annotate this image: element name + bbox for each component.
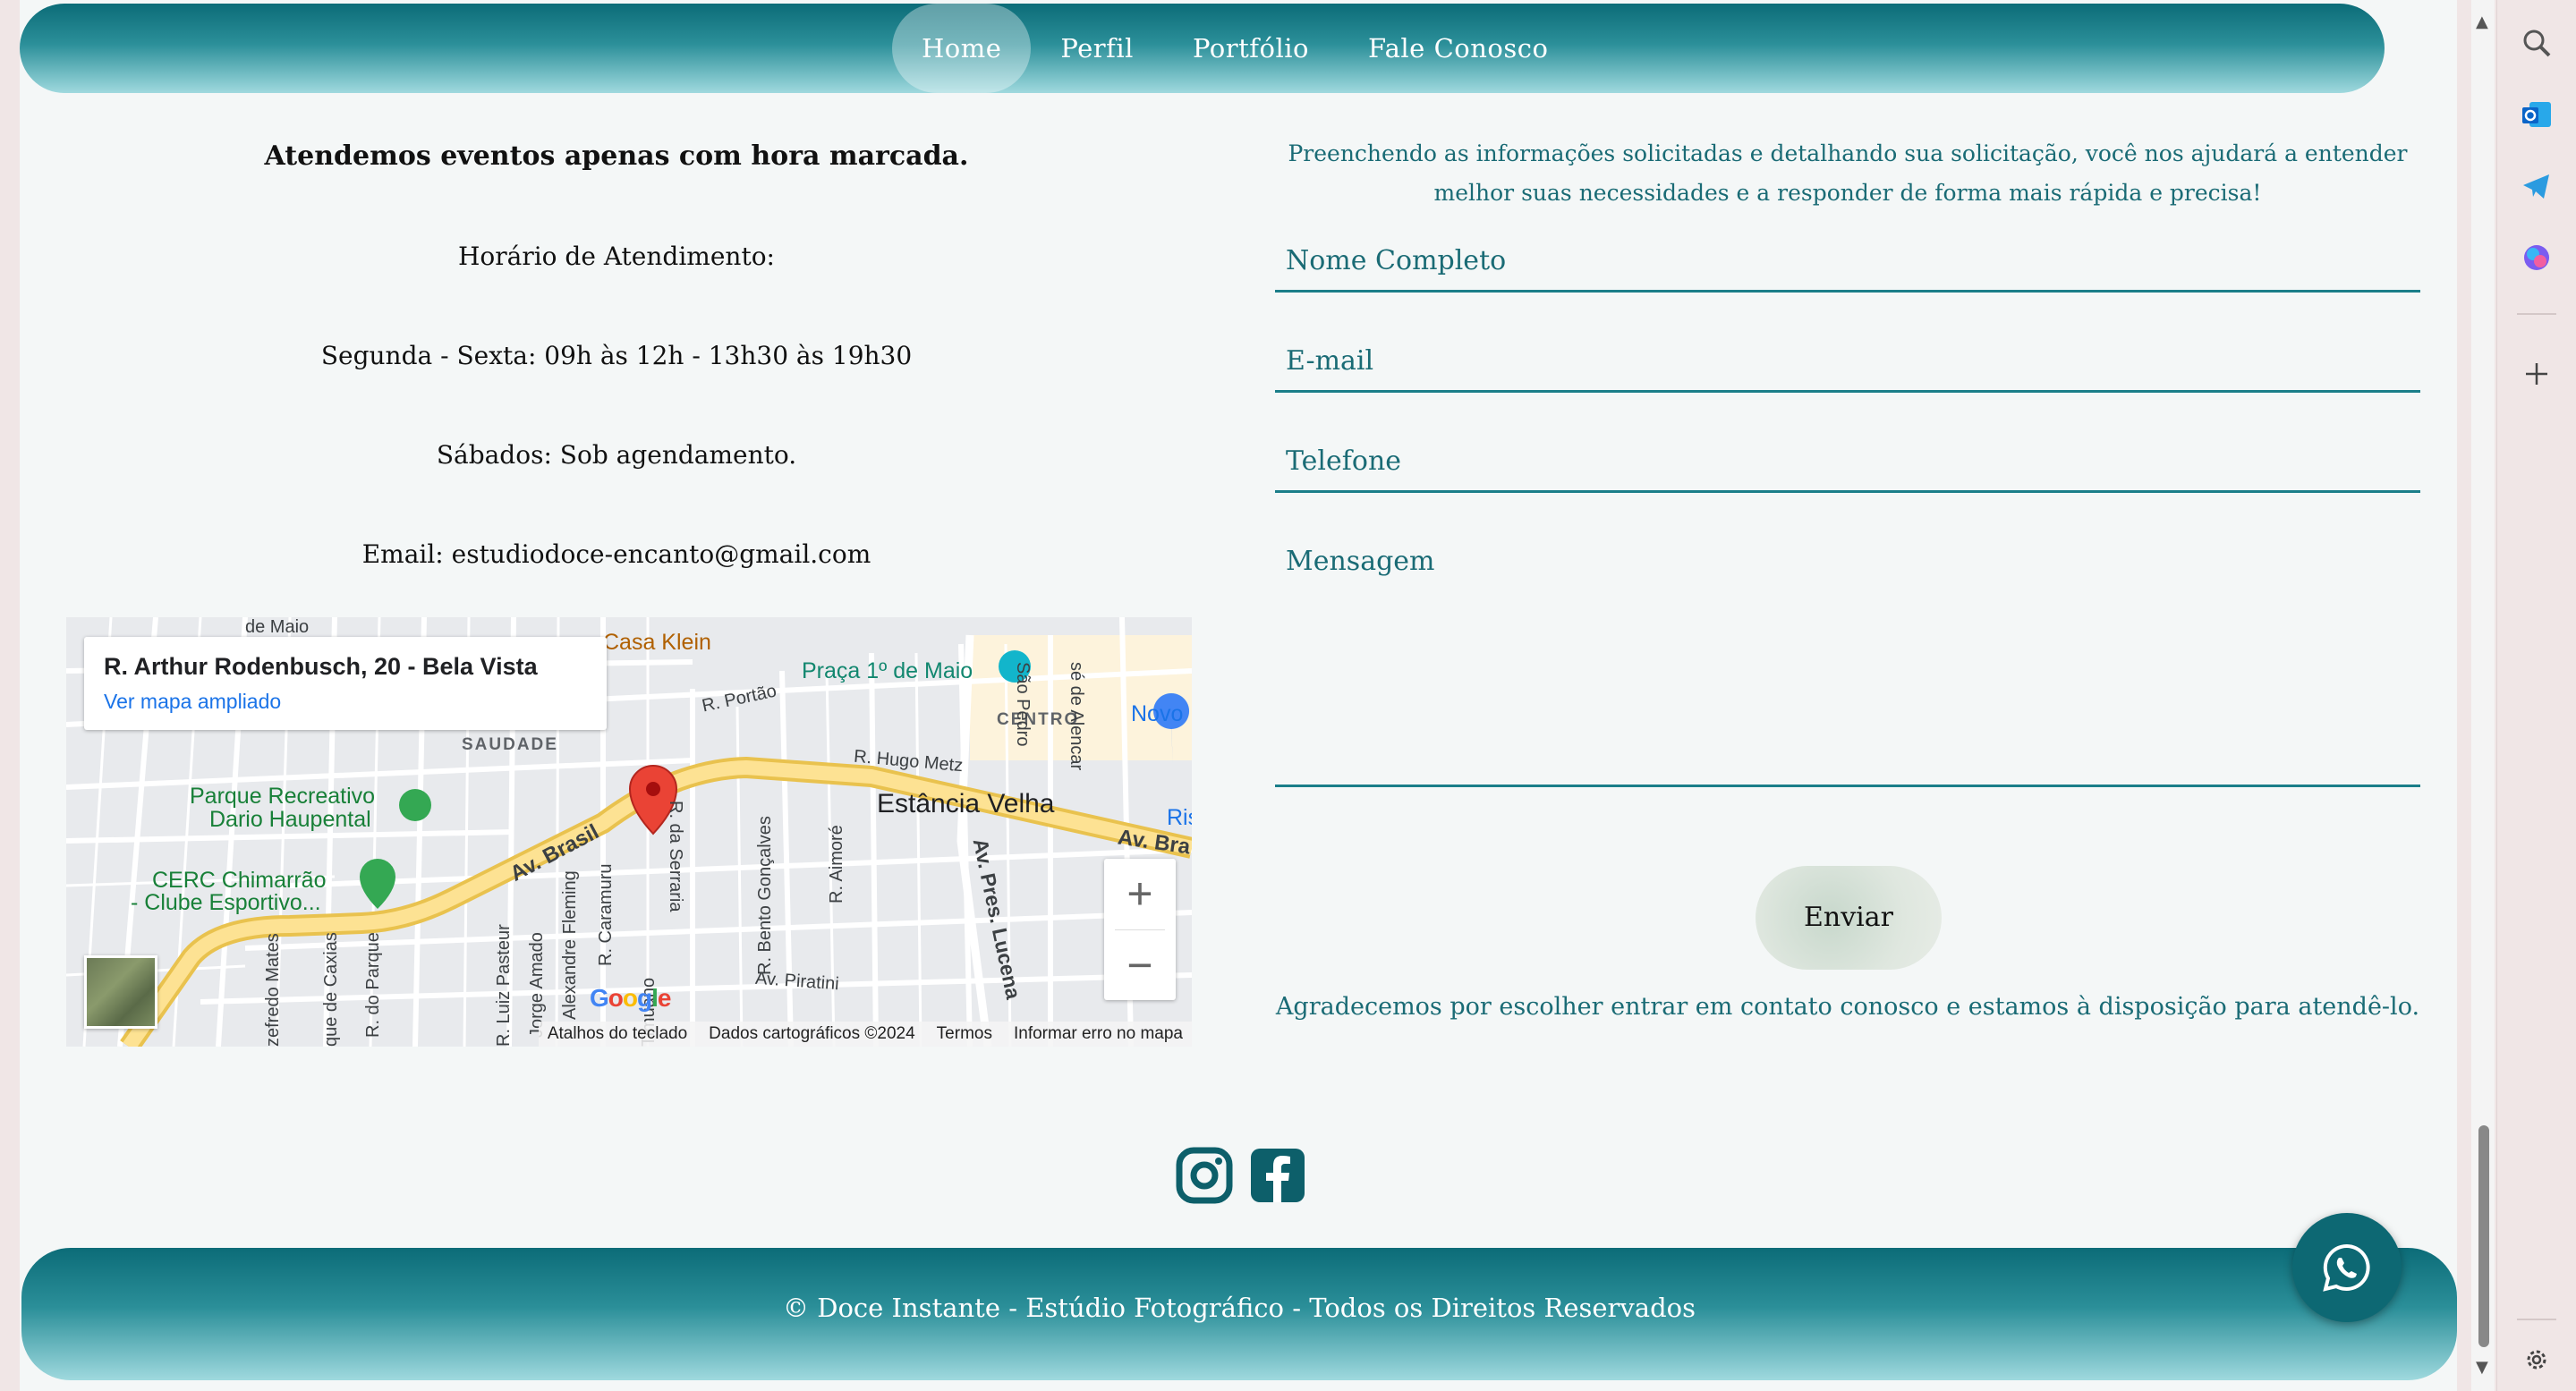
map-zoom-controls: + − xyxy=(1104,859,1176,1000)
map-label-r-caramuru: R. Caramuru xyxy=(596,863,616,966)
email-label: E-mail xyxy=(1286,345,1374,377)
copilot-icon[interactable] xyxy=(2517,238,2556,277)
embedded-map[interactable]: RINCÃO DA SAUDADE de Maio Casa Klein Pra… xyxy=(66,617,1192,1047)
map-terms-link[interactable]: Termos xyxy=(937,1024,992,1044)
map-label-r-aimore: R. Aimoré xyxy=(827,825,846,903)
map-footer: Atalhos do teclado Dados cartográficos ©… xyxy=(538,1022,1192,1047)
map-label-mates: zefredo Mates xyxy=(263,933,283,1047)
zoom-in-button[interactable]: + xyxy=(1104,859,1176,929)
map-label-r-serraria: R. da Serraria xyxy=(666,801,685,912)
name-field[interactable]: Nome Completo xyxy=(1275,242,2420,293)
search-icon[interactable] xyxy=(2517,23,2556,63)
whatsapp-button[interactable] xyxy=(2292,1213,2402,1322)
weekday-hours: Segunda - Sexta: 09h às 12h - 13h30 às 1… xyxy=(320,341,913,370)
hours-label: Horário de Atendimento: xyxy=(457,242,775,271)
map-label-sao-pedro: São Pedro xyxy=(1013,662,1033,747)
nav-item-portfolio[interactable]: Portfólio xyxy=(1163,4,1339,93)
message-label: Mensagem xyxy=(1286,546,1435,577)
nav-item-perfil[interactable]: Perfil xyxy=(1031,4,1163,93)
zoom-out-button[interactable]: − xyxy=(1104,930,1176,1001)
map-label-r-parque: R. do Parque xyxy=(363,932,383,1038)
map-label-estancia: Estância Velha xyxy=(877,789,1055,818)
social-links xyxy=(1176,1147,1306,1204)
nav-item-fale-conosco[interactable]: Fale Conosco xyxy=(1339,4,1577,93)
map-label-parque: Parque Recreativo xyxy=(190,784,376,809)
sidebar-divider-bottom xyxy=(2517,1319,2556,1320)
submit-button[interactable]: Enviar xyxy=(1756,866,1942,970)
map-label-caxias: que de Caxias xyxy=(321,932,341,1047)
view-larger-map-link[interactable]: Ver mapa ampliado xyxy=(104,690,587,714)
map-label-r-bento: R. Bento Gonçalves xyxy=(755,816,775,975)
phone-field[interactable]: Telefone xyxy=(1275,442,2420,493)
info-title: Atendemos eventos apenas com hora marcad… xyxy=(264,140,969,172)
map-label-saudade: SAUDADE xyxy=(462,735,558,754)
browser-sidebar xyxy=(2496,0,2576,1391)
google-logo: Google xyxy=(590,984,671,1012)
facebook-icon[interactable] xyxy=(1249,1147,1306,1204)
name-label: Nome Completo xyxy=(1286,245,1507,276)
whatsapp-icon xyxy=(2323,1243,2370,1292)
map-label-dario: Dario Haupental xyxy=(209,807,371,832)
saturday-hours: Sábados: Sob agendamento. xyxy=(436,440,797,470)
top-navbar: Home Perfil Portfólio Fale Conosco xyxy=(20,4,2385,93)
nav-item-home[interactable]: Home xyxy=(892,4,1032,93)
map-data-credit: Dados cartográficos ©2024 xyxy=(709,1024,915,1043)
scroll-thumb[interactable] xyxy=(2478,1125,2489,1347)
map-label-novo: Novo xyxy=(1131,701,1184,726)
outlook-icon[interactable] xyxy=(2517,95,2556,134)
map-address: R. Arthur Rodenbusch, 20 - Bela Vista xyxy=(104,653,538,680)
keyboard-shortcuts-link[interactable]: Atalhos do teclado xyxy=(548,1024,687,1044)
map-label-r-luiz: R. Luiz Pasteur xyxy=(494,924,514,1047)
report-map-error-link[interactable]: Informar erro no mapa xyxy=(1014,1024,1183,1044)
map-label-maio-top: de Maio xyxy=(245,617,310,637)
map-label-alexandre: Alexandre Fleming xyxy=(560,870,580,1020)
page-scrollbar[interactable]: ▲ ▼ xyxy=(2471,0,2495,1391)
map-label-casa-klein: Casa Klein xyxy=(603,630,711,655)
map-address-card: R. Arthur Rodenbusch, 20 - Bela Vista Ve… xyxy=(84,637,607,730)
instagram-icon[interactable] xyxy=(1176,1147,1233,1204)
nav-menu: Home Perfil Portfólio Fale Conosco xyxy=(892,4,1577,93)
sidebar-divider xyxy=(2517,313,2556,315)
settings-gear-icon[interactable] xyxy=(2517,1340,2556,1379)
scroll-up-arrow[interactable]: ▲ xyxy=(2476,13,2488,31)
add-icon[interactable] xyxy=(2517,354,2556,394)
page-footer: © Doce Instante - Estúdio Fotográfico - … xyxy=(21,1248,2457,1380)
message-field[interactable]: Mensagem xyxy=(1275,542,2420,787)
phone-label: Telefone xyxy=(1286,445,1402,477)
map-label-clube: - Clube Esportivo... xyxy=(131,890,321,915)
email-field[interactable]: E-mail xyxy=(1275,342,2420,393)
contact-email: Email: estudiodoce-encanto@gmail.com xyxy=(361,539,871,569)
map-label-ris: Ris xyxy=(1167,805,1192,830)
scroll-down-arrow[interactable]: ▼ xyxy=(2476,1358,2488,1377)
copyright-text: © Doce Instante - Estúdio Fotográfico - … xyxy=(783,1293,1696,1323)
satellite-toggle[interactable] xyxy=(84,955,157,1029)
telegram-icon[interactable] xyxy=(2517,166,2556,206)
form-intro: Preenchendo as informações solicitadas e… xyxy=(1288,140,2408,206)
map-label-praca: Praça 1º de Maio xyxy=(802,658,973,683)
map-label-alencar: sé de Alencar xyxy=(1067,662,1086,771)
form-thanks: Agradecemos por escolher entrar em conta… xyxy=(1275,993,2420,1021)
